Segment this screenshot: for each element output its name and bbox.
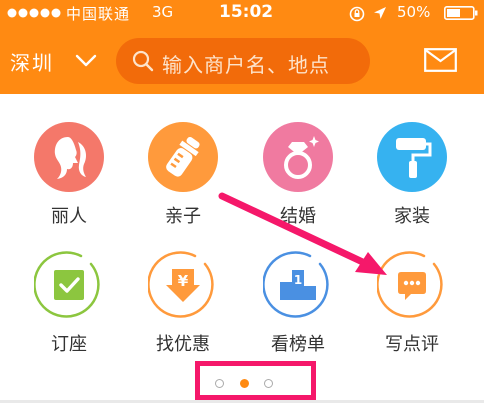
svg-text:¥: ¥ [178,272,189,290]
search-input[interactable]: 输入商户名、地点 [116,38,370,84]
city-selector[interactable]: 深圳 [10,47,54,76]
category-label: 看榜单 [271,334,325,355]
search-icon [132,50,154,72]
category-label: 亲子 [165,206,201,227]
category-reservation[interactable]: 订座 [14,250,124,380]
category-label: 家装 [394,206,430,227]
paint-roller-icon [377,122,447,192]
wedding-ring-icon [263,122,333,192]
chevron-down-icon[interactable] [75,54,97,68]
beauty-woman-icon [34,122,104,192]
page-dot[interactable] [264,379,273,388]
mail-icon[interactable] [424,48,457,72]
page-dot-active[interactable] [240,379,249,388]
category-home-decor[interactable]: 家装 [357,122,467,252]
coupon-yen-icon: ¥ [148,251,214,318]
screen: 中国联通 3G 15:02 50% 深圳 输入商户名、地点 丽人 亲子 结婚 家… [0,0,484,403]
location-arrow-icon [374,7,386,19]
status-time: 15:02 [219,2,274,22]
rotation-lock-icon [349,6,365,22]
search-placeholder: 输入商户名、地点 [162,53,330,77]
ranking-podium-icon: 1 [263,251,329,318]
page-dot[interactable] [215,379,224,388]
baby-bottle-icon [148,122,218,192]
category-wedding[interactable]: 结婚 [243,122,353,252]
battery-icon [444,6,478,20]
app-header: 中国联通 3G 15:02 50% 深圳 输入商户名、地点 [0,0,484,94]
category-label: 丽人 [51,206,87,227]
category-write-review[interactable]: 写点评 [357,250,467,380]
carrier-name: 中国联通 [66,5,131,23]
battery-percentage: 50% [397,3,431,21]
write-review-icon [377,251,443,318]
signal-strength-icon [7,8,61,18]
category-label: 写点评 [385,334,439,355]
category-beauty[interactable]: 丽人 [14,122,124,252]
network-type: 3G [152,3,174,21]
reservation-check-icon [34,251,100,318]
svg-text:1: 1 [294,273,302,287]
category-label: 结婚 [280,206,316,227]
category-label: 找优惠 [156,334,210,355]
category-label: 订座 [51,334,87,355]
status-bar: 中国联通 3G 15:02 50% [0,0,484,26]
category-parenting[interactable]: 亲子 [128,122,238,252]
page-indicator [195,361,316,400]
